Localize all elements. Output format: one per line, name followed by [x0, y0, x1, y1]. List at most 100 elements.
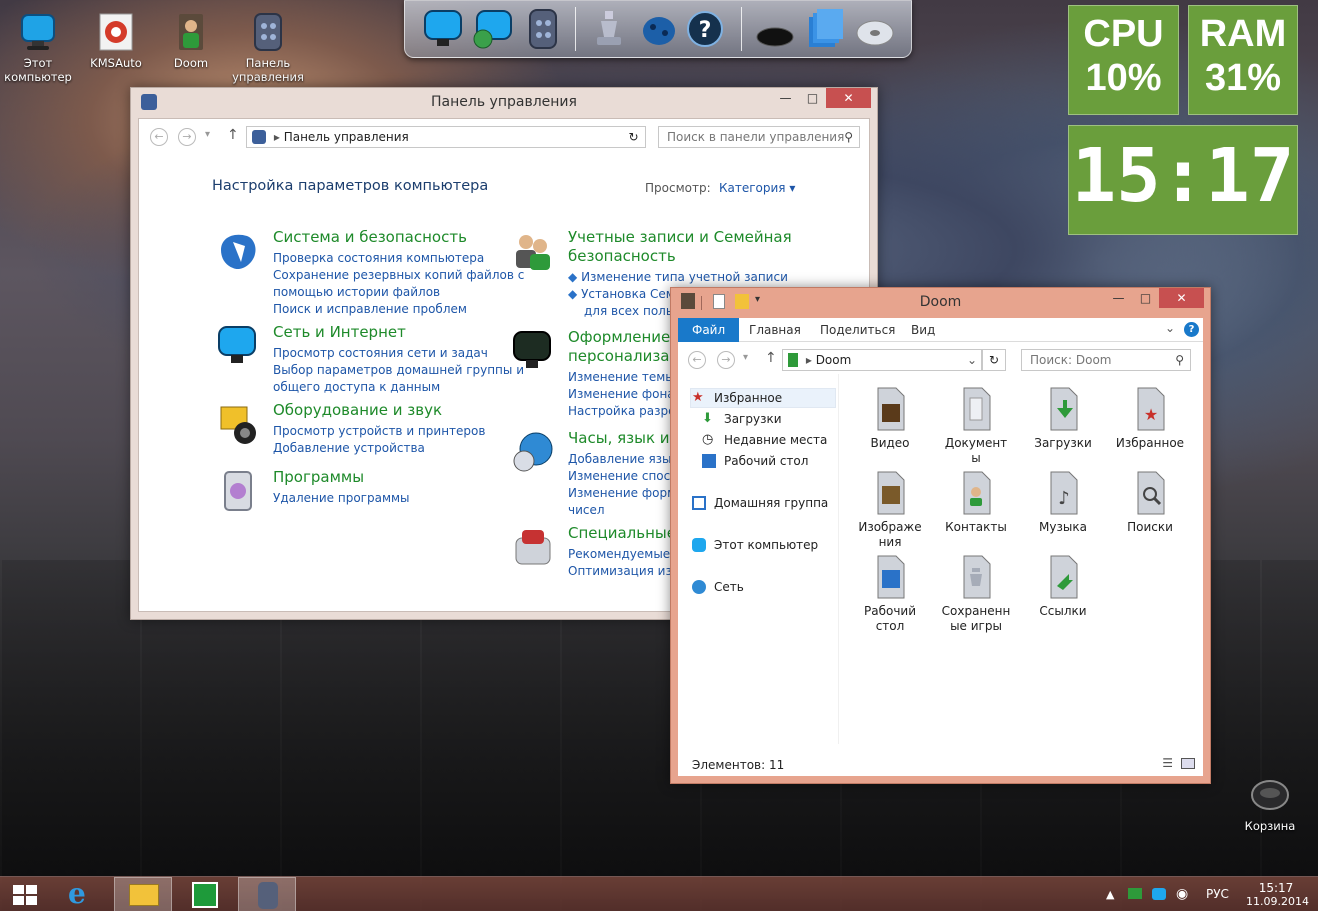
back-button[interactable]: ←	[688, 351, 706, 369]
address-bar[interactable]: ▸ Doom ⌄	[782, 349, 982, 371]
expand-ribbon-chevron-icon[interactable]: ⌄	[1165, 321, 1175, 335]
tray-volume-icon[interactable]: ◉	[1176, 877, 1188, 911]
tray-clock[interactable]: 15:17 11.09.2014	[1246, 881, 1309, 909]
folder-item[interactable]: Поиски	[1110, 470, 1190, 535]
chess-king-icon[interactable]	[587, 7, 631, 51]
tray-date: 11.09.2014	[1246, 895, 1309, 908]
desktop-icon-this-computer[interactable]: Этот компьютер	[2, 12, 74, 84]
folder-item[interactable]: ♪ Музыка	[1023, 470, 1103, 535]
maximize-button[interactable]: □	[1132, 288, 1159, 308]
tab-file[interactable]: Файл	[678, 318, 740, 342]
category-link[interactable]: помощью истории файлов	[273, 284, 524, 301]
help-icon[interactable]: ?	[683, 7, 727, 51]
folder-item[interactable]: Контакты	[936, 470, 1016, 535]
search-input[interactable]: Поиск в панели управления ⚲	[658, 126, 860, 148]
folder-item[interactable]: ★ Избранное	[1110, 386, 1190, 451]
category-title-line2[interactable]: безопасность	[568, 247, 792, 266]
pane-divider	[838, 374, 839, 744]
monitor-icon[interactable]	[421, 7, 465, 51]
search-icon[interactable]: ⚲	[1175, 350, 1184, 370]
nav-recent-places[interactable]: ◷ Недавние места	[698, 430, 827, 450]
mouse-icon[interactable]	[753, 7, 797, 51]
documents-folder-icon	[956, 386, 996, 432]
minimize-button[interactable]: —	[1105, 288, 1132, 308]
category-link[interactable]: общего доступа к данным	[273, 379, 524, 396]
control-panel-icon[interactable]	[521, 7, 565, 51]
folder-item[interactable]: Видео	[850, 386, 930, 451]
nav-network[interactable]: Сеть	[688, 577, 744, 597]
close-button[interactable]: ✕	[1159, 288, 1204, 308]
language-indicator[interactable]: РУС	[1206, 877, 1229, 911]
back-button[interactable]: ←	[150, 128, 168, 146]
nav-this-computer[interactable]: Этот компьютер	[688, 535, 818, 555]
category-link[interactable]: Просмотр устройств и принтеров	[273, 423, 485, 440]
disc-drive-icon[interactable]	[853, 7, 897, 51]
folder-label: Музыка	[1039, 520, 1087, 534]
folder-item[interactable]: Загрузки	[1023, 386, 1103, 451]
category-link[interactable]: ◆ Изменение типа учетной записи	[568, 269, 792, 286]
ram-label: RAM	[1199, 13, 1287, 55]
folder-item[interactable]: Изображе ния	[850, 470, 930, 550]
forward-button[interactable]: →	[178, 128, 196, 146]
tray-network-icon[interactable]	[1152, 888, 1166, 900]
up-button[interactable]: ↑	[227, 127, 239, 143]
tab-share[interactable]: Поделиться	[806, 318, 909, 342]
maximize-button[interactable]: □	[799, 88, 826, 108]
category-link[interactable]: Поиск и исправление проблем	[273, 301, 524, 318]
search-input[interactable]: Поиск: Doom ⚲	[1021, 349, 1191, 371]
chevron-down-icon[interactable]: ⌄	[967, 350, 977, 370]
recent-pages-chevron-icon[interactable]: ▾	[743, 352, 748, 363]
details-view-icon[interactable]: ☰	[1162, 756, 1173, 770]
nav-desktop[interactable]: Рабочий стол	[698, 451, 808, 471]
folder-item[interactable]: Сохраненн ые игры	[936, 554, 1016, 634]
desktop-icon-recycle-bin[interactable]: Корзина	[1234, 775, 1306, 833]
category-link[interactable]: Сохранение резервных копий файлов с	[273, 267, 524, 284]
category-link[interactable]: Проверка состояния компьютера	[273, 250, 524, 267]
desktop-icon-kmsauto[interactable]: KMSAuto	[80, 12, 152, 70]
help-icon[interactable]: ?	[1184, 322, 1199, 337]
taskbar-internet-explorer[interactable]: e	[52, 877, 110, 911]
search-icon[interactable]: ⚲	[844, 127, 853, 147]
folder-item[interactable]: Ссылки	[1023, 554, 1103, 619]
show-hidden-icons-chevron[interactable]: ▲	[1106, 877, 1114, 911]
documents-stack-icon[interactable]	[803, 7, 847, 51]
start-button[interactable]	[0, 877, 50, 911]
category-title[interactable]: Оборудование и звук	[273, 401, 485, 420]
address-bar[interactable]: ▸ Панель управления ⌄	[246, 126, 646, 148]
large-icons-view-icon[interactable]	[1181, 758, 1195, 769]
tab-view[interactable]: Вид	[897, 318, 949, 342]
minimize-button[interactable]: —	[772, 88, 799, 108]
taskbar-control-panel[interactable]	[238, 877, 296, 911]
category-title[interactable]: Учетные записи и Семейная	[568, 228, 792, 247]
refresh-button[interactable]: ↻	[982, 349, 1006, 371]
category-title[interactable]: Система и безопасность	[273, 228, 524, 247]
close-button[interactable]: ✕	[826, 88, 871, 108]
category-title[interactable]: Программы	[273, 468, 410, 487]
view-selector[interactable]: Категория ▾	[719, 181, 795, 195]
taskbar-file-explorer[interactable]	[114, 877, 172, 911]
nav-favorites[interactable]: ★ Избранное	[688, 388, 782, 408]
desktop-icon-doom[interactable]: Doom	[155, 12, 227, 70]
tray-flag-icon[interactable]	[1128, 888, 1142, 899]
category-link[interactable]: Просмотр состояния сети и задач	[273, 345, 524, 362]
category-link[interactable]: Удаление программы	[273, 490, 410, 507]
refresh-button[interactable]: ↻	[622, 126, 646, 148]
tab-home[interactable]: Главная	[735, 318, 815, 342]
up-button[interactable]: ↑	[765, 350, 777, 366]
folder-item[interactable]: Документ ы	[936, 386, 1016, 466]
recent-pages-chevron-icon[interactable]: ▾	[205, 129, 210, 140]
ribbon-tabs: Файл Главная Поделиться Вид ⌄ ?	[678, 318, 1203, 342]
search-placeholder: Поиск в панели управления	[667, 130, 845, 144]
category-link[interactable]: Добавление устройства	[273, 440, 485, 457]
category-link[interactable]: Выбор параметров домашней группы и	[273, 362, 524, 379]
nav-downloads[interactable]: ⬇ Загрузки	[698, 409, 782, 429]
ladybug-icon[interactable]	[637, 7, 681, 51]
folder-item[interactable]: Рабочий стол	[850, 554, 930, 634]
network-globe-icon[interactable]	[471, 7, 515, 51]
forward-button[interactable]: →	[717, 351, 735, 369]
svg-text:?: ?	[699, 18, 712, 43]
desktop-icon-control-panel[interactable]: Панель управления	[232, 12, 304, 84]
category-title[interactable]: Сеть и Интернет	[273, 323, 524, 342]
nav-homegroup[interactable]: Домашняя группа	[688, 493, 828, 513]
taskbar-store[interactable]	[176, 877, 234, 911]
